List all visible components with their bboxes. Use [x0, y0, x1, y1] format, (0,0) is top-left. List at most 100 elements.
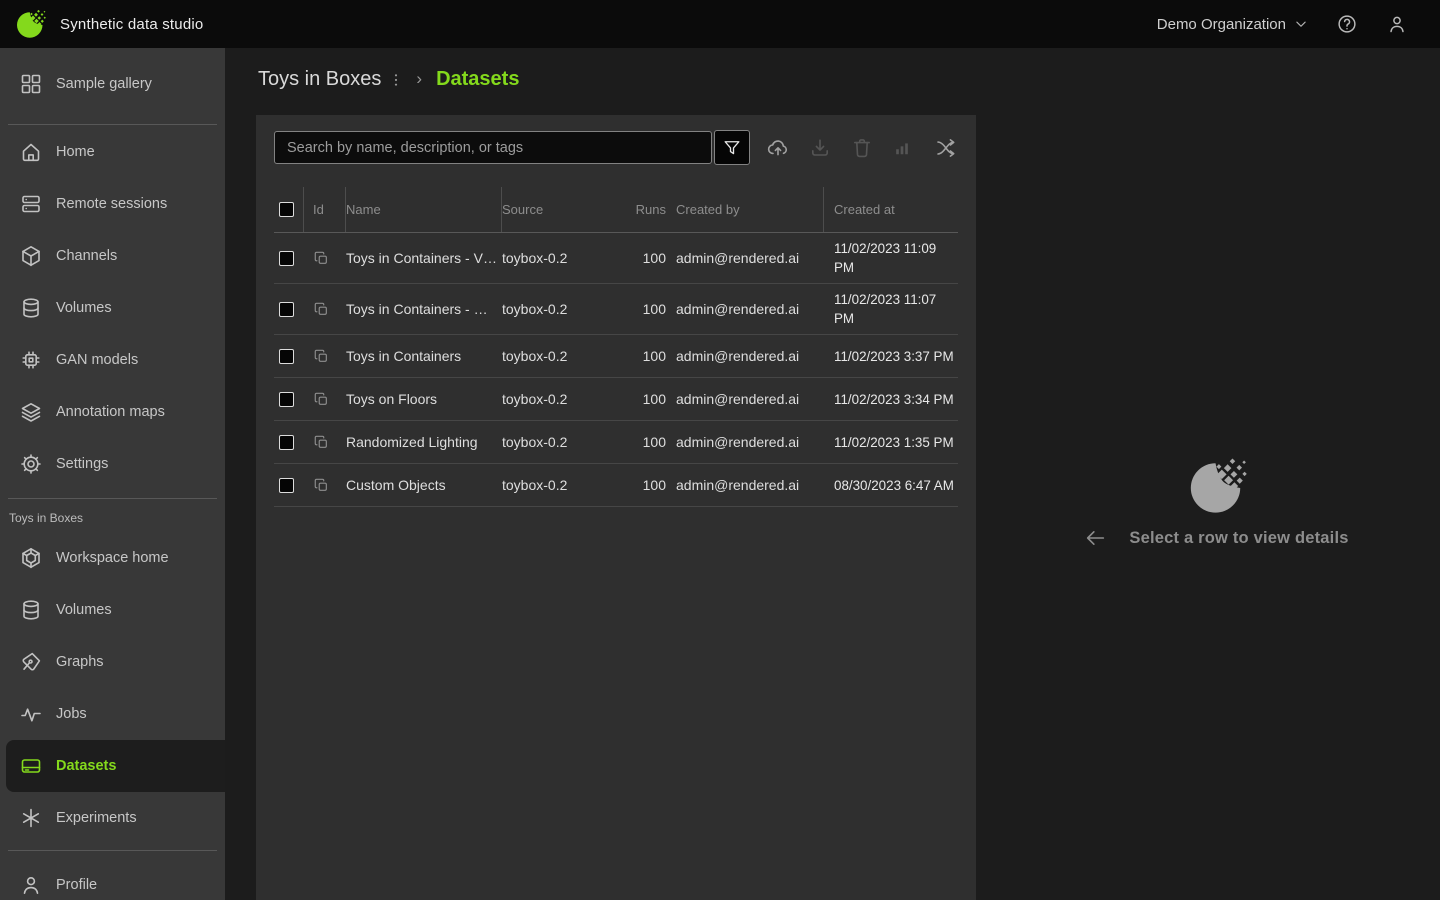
sidebar-item-label: Annotation maps [56, 404, 165, 420]
dataset-source: toybox-0.2 [502, 477, 632, 493]
dataset-created-at: 11/02/2023 11:07 PM [824, 290, 958, 328]
analytics-button[interactable] [892, 136, 916, 160]
table-row[interactable]: Toys in Containers - V… toybox-0.2 100 a… [274, 233, 958, 284]
datasets-table: Id Name Source Runs Created by Created a… [274, 187, 958, 507]
brand-logo-watermark-icon [1185, 455, 1247, 517]
sidebar-item-remote-sessions[interactable]: Remote sessions [0, 178, 225, 230]
download-button[interactable] [808, 136, 832, 160]
column-header-created-at[interactable]: Created at [824, 200, 958, 219]
copy-id-icon[interactable] [313, 391, 330, 408]
sidebar-divider [8, 498, 217, 499]
sidebar-item-settings[interactable]: Settings [0, 438, 225, 490]
workspace-section-label: Toys in Boxes [9, 511, 225, 525]
sidebar-item-volumes[interactable]: Volumes [0, 584, 225, 636]
dataset-created-at: 08/30/2023 6:47 AM [824, 476, 958, 495]
sidebar-workspace-group: Workspace home Volumes Graphs Jobs Datas… [0, 532, 225, 844]
breadcrumb-workspace[interactable]: Toys in Boxes [258, 68, 381, 91]
dataset-name: Toys in Containers - … [346, 301, 502, 317]
row-checkbox[interactable] [279, 302, 294, 317]
sidebar-item-jobs[interactable]: Jobs [0, 688, 225, 740]
sidebar-item-label: Settings [56, 456, 108, 472]
sidebar-item-label: Graphs [56, 654, 104, 670]
download-icon [808, 136, 832, 160]
table-row[interactable]: Custom Objects toybox-0.2 100 admin@rend… [274, 464, 958, 507]
row-checkbox[interactable] [279, 435, 294, 450]
compare-button[interactable] [934, 136, 958, 160]
table-row[interactable]: Toys on Floors toybox-0.2 100 admin@rend… [274, 378, 958, 421]
help-button[interactable] [1336, 12, 1360, 36]
database-icon [19, 296, 43, 320]
sidebar-item-home[interactable]: Home [0, 126, 225, 178]
organization-selector[interactable]: Demo Organization [1157, 15, 1310, 33]
empty-state-message: Select a row to view details [1083, 526, 1348, 550]
gear-icon [19, 452, 43, 476]
copy-id-icon[interactable] [313, 301, 330, 318]
sidebar-bottom-group: Profile [0, 859, 225, 900]
copy-id-icon[interactable] [313, 250, 330, 267]
column-header-created-by[interactable]: Created by [666, 187, 824, 232]
sidebar-divider [8, 124, 217, 125]
dataset-created-by: admin@rendered.ai [666, 434, 824, 450]
detail-placeholder-panel: Select a row to view details [976, 48, 1440, 900]
filter-button[interactable] [714, 130, 750, 165]
delete-button[interactable] [850, 136, 874, 160]
dataset-runs: 100 [632, 348, 666, 364]
table-row[interactable]: Randomized Lighting toybox-0.2 100 admin… [274, 421, 958, 464]
bar-chart-icon [892, 138, 912, 158]
sidebar-item-experiments[interactable]: Experiments [0, 792, 225, 844]
account-button[interactable] [1386, 12, 1410, 36]
shuffle-icon [934, 136, 958, 160]
copy-id-icon[interactable] [313, 434, 330, 451]
upload-button[interactable] [766, 136, 790, 160]
row-checkbox[interactable] [279, 392, 294, 407]
row-checkbox[interactable] [279, 251, 294, 266]
column-header-id[interactable]: Id [304, 187, 346, 232]
sidebar-item-label: Volumes [56, 300, 112, 316]
table-row[interactable]: Toys in Containers - … toybox-0.2 100 ad… [274, 284, 958, 335]
dataset-name: Toys in Containers - V… [346, 250, 502, 266]
arrow-left-icon [1083, 526, 1107, 550]
copy-id-icon[interactable] [313, 348, 330, 365]
search-input[interactable] [274, 131, 712, 164]
sidebar-item-datasets[interactable]: Datasets [6, 740, 225, 792]
sidebar-item-annotation-maps[interactable]: Annotation maps [0, 386, 225, 438]
dataset-source: toybox-0.2 [502, 301, 632, 317]
dataset-source: toybox-0.2 [502, 391, 632, 407]
sidebar-item-workspace-home[interactable]: Workspace home [0, 532, 225, 584]
sidebar-item-channels[interactable]: Channels [0, 230, 225, 282]
asterisk-icon [19, 806, 43, 830]
chevron-down-icon [1292, 15, 1310, 33]
dataset-name: Randomized Lighting [346, 434, 502, 450]
sidebar-item-gan-models[interactable]: GAN models [0, 334, 225, 386]
dataset-runs: 100 [632, 250, 666, 266]
sidebar-item-label: Workspace home [56, 550, 169, 566]
sidebar-item-label: GAN models [56, 352, 138, 368]
brand-logo-icon[interactable] [14, 8, 46, 40]
database-icon [19, 598, 43, 622]
sidebar-item-profile[interactable]: Profile [0, 859, 225, 900]
chip-icon [19, 348, 43, 372]
empty-state-text: Select a row to view details [1129, 529, 1348, 548]
row-checkbox[interactable] [279, 478, 294, 493]
breadcrumb-separator: › [416, 69, 422, 89]
sidebar-item-sample-gallery[interactable]: Sample gallery [0, 58, 225, 110]
table-body: Toys in Containers - V… toybox-0.2 100 a… [274, 233, 958, 507]
dataset-created-at: 11/02/2023 1:35 PM [824, 433, 958, 452]
copy-id-icon[interactable] [313, 477, 330, 494]
column-header-source[interactable]: Source [502, 202, 632, 217]
breadcrumb-current[interactable]: Datasets [436, 68, 519, 91]
table-row[interactable]: Toys in Containers toybox-0.2 100 admin@… [274, 335, 958, 378]
sidebar-item-label: Home [56, 144, 95, 160]
sidebar-item-graphs[interactable]: Graphs [0, 636, 225, 688]
column-header-name[interactable]: Name [346, 187, 502, 232]
organization-name: Demo Organization [1157, 16, 1286, 33]
select-all-checkbox[interactable] [279, 202, 294, 217]
cube-icon [19, 244, 43, 268]
sidebar-item-volumes[interactable]: Volumes [0, 282, 225, 334]
table-header: Id Name Source Runs Created by Created a… [274, 187, 958, 233]
account-icon [1386, 13, 1408, 35]
dataset-name: Toys in Containers [346, 348, 502, 364]
column-header-runs[interactable]: Runs [632, 202, 666, 217]
kebab-menu-icon[interactable] [388, 72, 404, 88]
row-checkbox[interactable] [279, 349, 294, 364]
